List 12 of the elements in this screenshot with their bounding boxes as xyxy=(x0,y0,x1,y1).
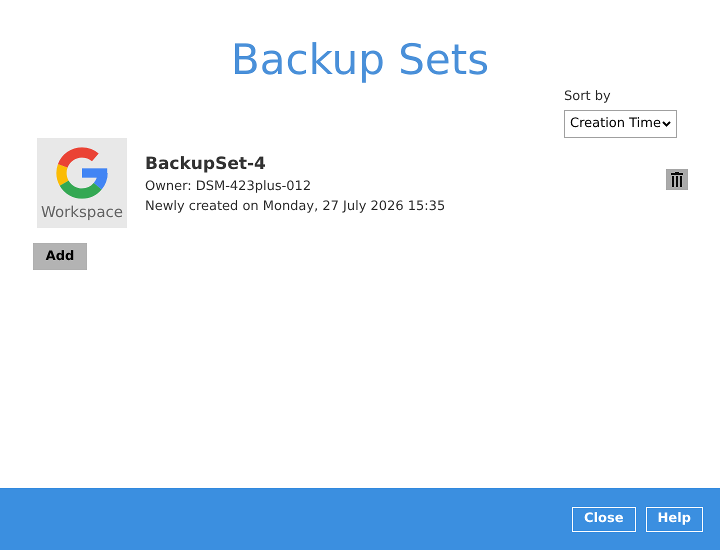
chevron-down-icon xyxy=(662,120,671,126)
delete-button[interactable] xyxy=(666,169,688,190)
g-logo-icon xyxy=(54,145,110,201)
trash-icon xyxy=(671,172,683,187)
workspace-logo: Workspace xyxy=(37,138,127,228)
owner-text: Owner: DSM-423plus-012 xyxy=(145,178,312,196)
backup-set-name: BackupSet-4 xyxy=(145,153,267,175)
sort-label: Sort by xyxy=(564,88,612,106)
add-button[interactable]: Add xyxy=(33,243,87,270)
page-title: Backup Sets xyxy=(230,34,490,86)
sort-select[interactable]: Creation Time xyxy=(564,110,677,138)
created-text: Newly created on Monday, 27 July 2026 15:35 xyxy=(145,198,446,216)
